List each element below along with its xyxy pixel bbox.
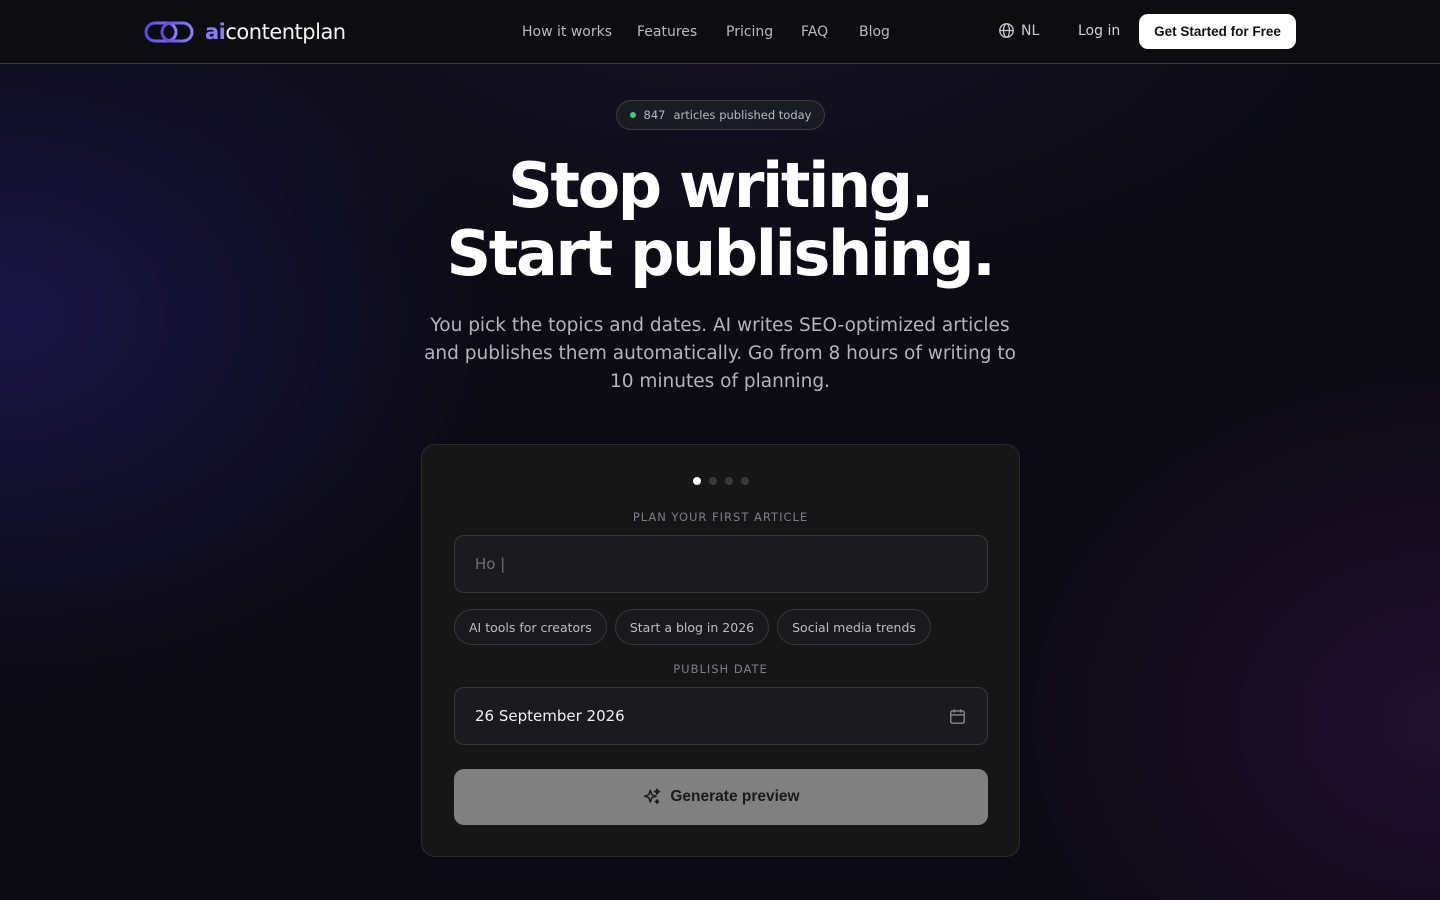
nav-blog[interactable]: Blog xyxy=(859,24,890,40)
hero-subtitle: You pick the topics and dates. AI writes… xyxy=(424,315,1016,392)
nav-features[interactable]: Features xyxy=(637,24,697,40)
published-count: 847 xyxy=(643,108,666,122)
login-link[interactable]: Log in xyxy=(1078,23,1120,39)
headline-line-2: Start publishing. xyxy=(446,217,996,290)
step-dot-1[interactable] xyxy=(692,477,701,485)
brand-name: aicontentplan xyxy=(205,20,346,44)
language-switcher[interactable]: NL xyxy=(998,22,1039,39)
topic-input[interactable]: Ho | xyxy=(454,535,988,593)
suggestion-chip[interactable]: AI tools for creators xyxy=(454,609,607,645)
hero-headline: Stop writing. Start publishing. xyxy=(0,152,1440,288)
suggestion-chip[interactable]: Start a blog in 2026 xyxy=(614,609,770,645)
top-navigation-bar: aicontentplan How it works Features Pric… xyxy=(0,0,1440,64)
brand-logo[interactable]: aicontentplan xyxy=(144,18,346,46)
generate-preview-label: Generate preview xyxy=(670,788,800,805)
topic-input-value: Ho | xyxy=(475,555,506,573)
language-code: NL xyxy=(1021,22,1040,39)
publish-date-value: 26 September 2026 xyxy=(475,707,625,725)
publish-date-label: PUBLISH DATE xyxy=(673,662,768,676)
nav-pricing[interactable]: Pricing xyxy=(726,24,773,40)
nav-faq[interactable]: FAQ xyxy=(801,24,828,40)
globe-icon xyxy=(999,23,1014,38)
step-indicator xyxy=(422,477,1019,485)
sparkles-icon xyxy=(644,788,661,804)
article-planner-card: PLAN YOUR FIRST ARTICLE Ho | AI tools fo… xyxy=(421,444,1020,857)
suggestion-chip[interactable]: Social media trends xyxy=(777,609,931,645)
published-label: articles published today xyxy=(673,108,812,122)
publish-date-field[interactable]: 26 September 2026 xyxy=(454,687,988,745)
calendar-icon[interactable] xyxy=(948,707,967,726)
linked-rings-logo-icon xyxy=(144,21,194,43)
hero-section: 847 articles published today Stop writin… xyxy=(0,0,1440,900)
headline-line-1: Stop writing. xyxy=(508,149,934,222)
topic-suggestions: AI tools for creators Start a blog in 20… xyxy=(454,609,931,645)
step-dot-2[interactable] xyxy=(708,477,717,485)
generate-preview-button[interactable]: Generate preview xyxy=(454,769,988,825)
nav-how-it-works[interactable]: How it works xyxy=(522,24,612,40)
live-status-dot xyxy=(629,112,636,118)
step-dot-3[interactable] xyxy=(724,477,733,485)
published-today-badge: 847 articles published today xyxy=(616,100,825,130)
topic-label: PLAN YOUR FIRST ARTICLE xyxy=(632,510,809,524)
get-started-button[interactable]: Get Started for Free xyxy=(1139,14,1296,49)
step-dot-4[interactable] xyxy=(740,477,749,485)
